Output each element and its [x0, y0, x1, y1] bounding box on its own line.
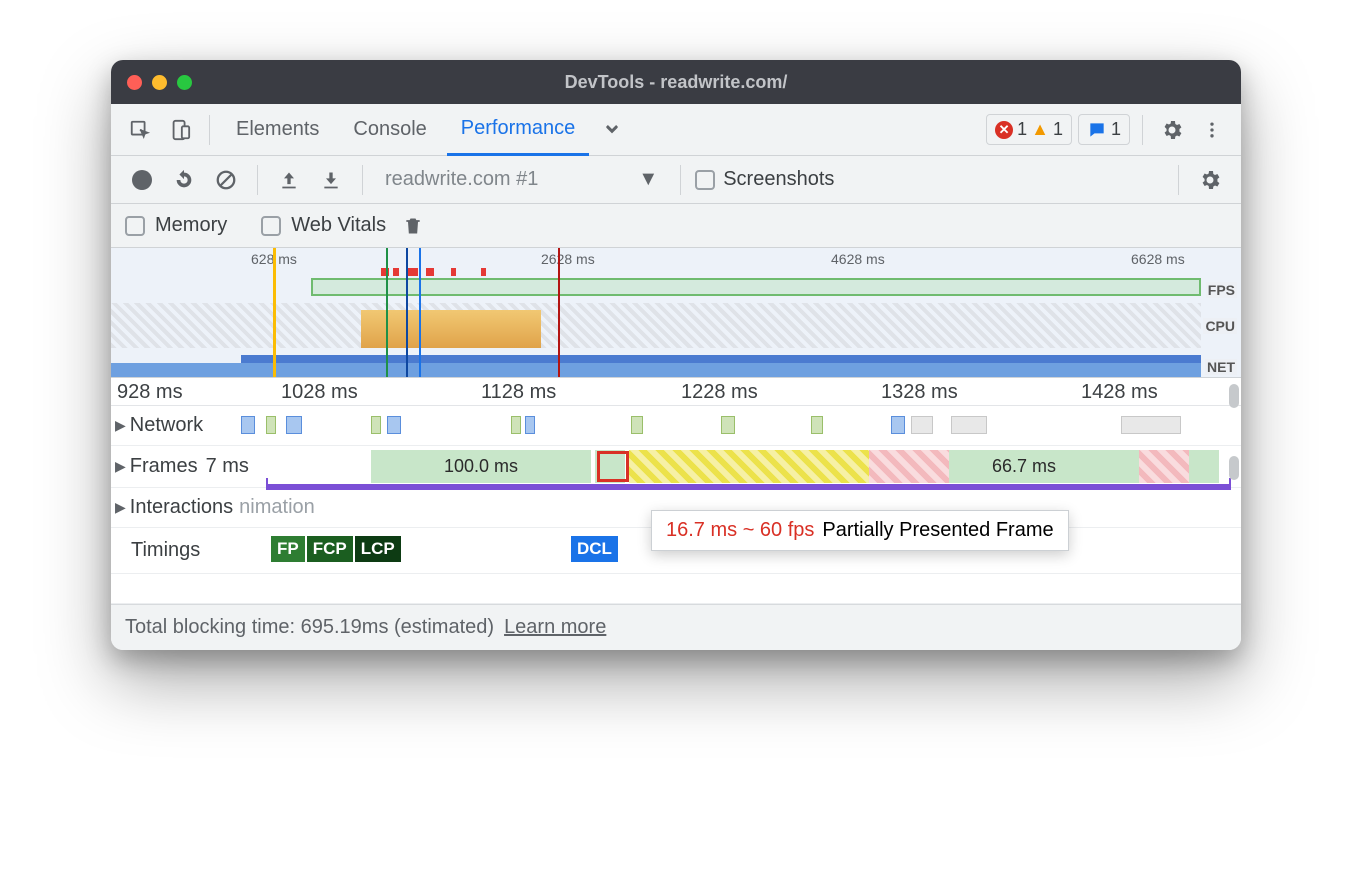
- overview-row-label-cpu: CPU: [1203, 318, 1237, 334]
- close-window-button[interactable]: [127, 75, 142, 90]
- overview-tick: 6628 ms: [1131, 251, 1185, 267]
- frame-duration-first: 7 ms: [206, 455, 255, 478]
- frame-duration: 66.7 ms: [992, 456, 1056, 477]
- tab-elements[interactable]: Elements: [222, 104, 333, 156]
- overview-row-label-net: NET: [1205, 359, 1237, 375]
- interactions-hint: nimation: [239, 496, 321, 519]
- settings-icon[interactable]: [1155, 113, 1189, 147]
- ruler-tick: 1028 ms: [281, 381, 358, 404]
- screenshots-checkbox[interactable]: [695, 170, 715, 190]
- overview-tick: 4628 ms: [831, 251, 885, 267]
- frame-block[interactable]: 66.7 ms: [949, 450, 1099, 483]
- frame-block-dropped[interactable]: [869, 450, 949, 483]
- page-selector-dropdown[interactable]: readwrite.com #1 ▼: [377, 168, 666, 191]
- track-interactions-label: Interactions: [130, 496, 239, 519]
- frame-block[interactable]: 100.0 ms: [371, 450, 591, 483]
- overview-fps-track: [311, 278, 1201, 296]
- frame-tooltip: 16.7 ms ~ 60 fps Partially Presented Fra…: [651, 510, 1069, 551]
- record-button[interactable]: [125, 163, 159, 197]
- warning-icon: ▲: [1031, 119, 1049, 140]
- ruler-tick: 1128 ms: [481, 381, 556, 404]
- frame-block-dropped[interactable]: [1139, 450, 1189, 483]
- timing-badge-dcl[interactable]: DCL: [571, 536, 618, 562]
- inspect-icon[interactable]: [123, 113, 157, 147]
- flame-chart-area[interactable]: 928 ms 1028 ms 1128 ms 1228 ms 1328 ms 1…: [111, 378, 1241, 604]
- load-profile-icon[interactable]: [272, 163, 306, 197]
- expand-icon[interactable]: ▶: [115, 499, 126, 516]
- main-tabs-row: Elements Console Performance ✕ 1 ▲ 1 1: [111, 104, 1241, 156]
- timing-badge-fp[interactable]: FP: [271, 536, 305, 562]
- scrollbar-thumb[interactable]: [1229, 384, 1239, 408]
- page-selector-value: readwrite.com #1: [385, 168, 538, 191]
- titlebar: DevTools - readwrite.com/: [111, 60, 1241, 104]
- tab-console[interactable]: Console: [339, 104, 440, 156]
- total-blocking-time: Total blocking time: 695.19ms (estimated…: [125, 616, 494, 639]
- error-icon: ✕: [995, 121, 1013, 139]
- footer-status-bar: Total blocking time: 695.19ms (estimated…: [111, 604, 1241, 650]
- overview-tick: 2628 ms: [541, 251, 595, 267]
- detail-ruler: 928 ms 1028 ms 1128 ms 1228 ms 1328 ms 1…: [111, 378, 1241, 406]
- timing-badge-lcp[interactable]: LCP: [355, 536, 401, 562]
- frame-duration: 100.0 ms: [444, 456, 518, 477]
- tooltip-description: Partially Presented Frame: [822, 519, 1053, 542]
- capture-settings-icon[interactable]: [1193, 163, 1227, 197]
- track-network-label: Network: [130, 414, 209, 437]
- expand-icon[interactable]: ▶: [115, 417, 126, 434]
- memory-checkbox[interactable]: [125, 216, 145, 236]
- frame-block[interactable]: [1189, 450, 1219, 483]
- devtools-window: DevTools - readwrite.com/ Elements Conso…: [111, 60, 1241, 650]
- more-tabs-icon[interactable]: [595, 113, 629, 147]
- ruler-tick: 1228 ms: [681, 381, 758, 404]
- minimize-window-button[interactable]: [152, 75, 167, 90]
- garbage-collect-icon[interactable]: [396, 209, 430, 243]
- tooltip-timing: 16.7 ms ~ 60 fps: [666, 519, 814, 542]
- maximize-window-button[interactable]: [177, 75, 192, 90]
- issues-pill[interactable]: ✕ 1 ▲ 1: [986, 114, 1072, 145]
- dropdown-caret-icon: ▼: [638, 168, 658, 191]
- memory-label: Memory: [155, 214, 227, 237]
- frame-block-partial[interactable]: [629, 450, 869, 483]
- device-toggle-icon[interactable]: [163, 113, 197, 147]
- kebab-menu-icon[interactable]: [1195, 113, 1229, 147]
- overview-timeline[interactable]: 628 ms 2628 ms 4628 ms 6628 ms FPS CPU N…: [111, 248, 1241, 378]
- timing-badge-fcp[interactable]: FCP: [307, 536, 353, 562]
- track-frames[interactable]: ▶ Frames 7 ms 100.0 ms 66.7 ms: [111, 446, 1241, 488]
- clear-button[interactable]: [209, 163, 243, 197]
- learn-more-link[interactable]: Learn more: [504, 616, 606, 639]
- web-vitals-checkbox[interactable]: [261, 216, 281, 236]
- window-title: DevTools - readwrite.com/: [111, 72, 1241, 93]
- scrollbar-thumb[interactable]: [1229, 456, 1239, 480]
- message-icon: [1087, 120, 1107, 140]
- tab-performance[interactable]: Performance: [447, 104, 590, 156]
- overview-row-label-fps: FPS: [1206, 282, 1237, 298]
- selected-frame-highlight: [597, 451, 629, 482]
- window-controls: [127, 75, 192, 90]
- save-profile-icon[interactable]: [314, 163, 348, 197]
- reload-record-button[interactable]: [167, 163, 201, 197]
- track-network[interactable]: ▶ Network: [111, 406, 1241, 446]
- ruler-tick: 928 ms: [117, 381, 183, 404]
- track-timings-label: Timings: [131, 539, 206, 562]
- ruler-tick: 1328 ms: [881, 381, 958, 404]
- warning-count: 1: [1053, 119, 1063, 140]
- overview-selection-handle[interactable]: [273, 248, 276, 377]
- error-count: 1: [1017, 119, 1027, 140]
- web-vitals-label: Web Vitals: [291, 214, 386, 237]
- track-frames-label: Frames: [130, 455, 204, 478]
- message-count: 1: [1111, 119, 1121, 140]
- screenshots-label: Screenshots: [723, 168, 834, 191]
- ruler-tick: 1428 ms: [1081, 381, 1158, 404]
- frame-block[interactable]: [1099, 450, 1139, 483]
- messages-pill[interactable]: 1: [1078, 114, 1130, 145]
- performance-toolbar: readwrite.com #1 ▼ Screenshots: [111, 156, 1241, 204]
- performance-toolbar-2: Memory Web Vitals: [111, 204, 1241, 248]
